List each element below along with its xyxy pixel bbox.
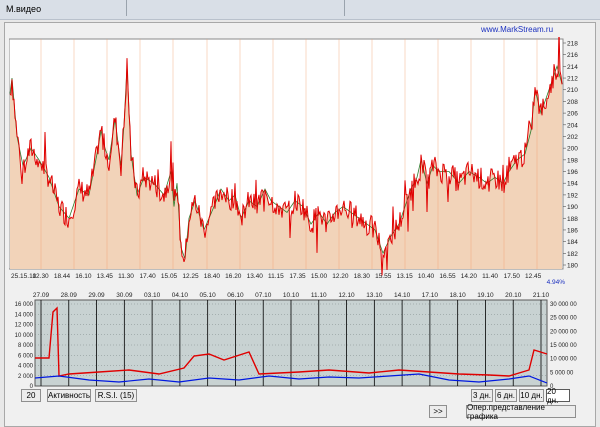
left-axis-label: 4 000 (18, 364, 34, 370)
left-axis-label: 8 000 (18, 343, 34, 349)
y-tick-label: 208 (567, 99, 578, 106)
y-tick-label: 194 (567, 181, 578, 188)
left-axis-label: 12 000 (15, 323, 34, 329)
x-tick-label: 17.35 (289, 273, 306, 280)
range-3d-button[interactable]: 3 дн. (471, 389, 493, 402)
x-tick-label: 15.55 (375, 273, 392, 280)
range-20d-button[interactable]: 20 дн. (546, 387, 570, 405)
date-tick-label: 21.10 (533, 292, 550, 299)
right-axis-label: 30 000 00 (550, 302, 577, 308)
y-tick-label: 182 (567, 251, 578, 258)
change-percent-label: 4.94% (547, 279, 566, 285)
rsi-button[interactable]: R.S.I. (15) (95, 389, 137, 402)
x-tick-label: 13.40 (247, 273, 264, 280)
left-axis-label: 2 000 (18, 374, 34, 380)
date-tick-label: 30.09 (116, 292, 133, 299)
x-tick-label: 17.50 (504, 273, 521, 280)
activity-button[interactable]: Активность (47, 389, 91, 402)
right-axis-label: 15 000 00 (550, 343, 577, 349)
date-tick-label: 03.10 (144, 292, 161, 299)
brand-link[interactable]: www.MarkStream.ru (481, 25, 553, 34)
x-tick-label: 13.15 (397, 273, 414, 280)
x-tick-label: 12.20 (332, 273, 349, 280)
left-axis-label: 6 000 (18, 353, 34, 359)
y-tick-label: 186 (567, 227, 578, 234)
x-tick-label: 12.30 (32, 273, 49, 280)
chart-window: www.MarkStream.ru 218 216 214 212 210 208 206 2… (4, 22, 596, 427)
date-tick-label: 04.10 (172, 292, 189, 299)
x-tick-label: 17.40 (140, 273, 157, 280)
y-tick-label: 180 (567, 263, 578, 270)
right-axis-label: 5 000 00 (550, 370, 574, 376)
window-title: М.видео (6, 4, 42, 14)
date-tick-label: 28.09 (61, 292, 78, 299)
y-tick-label: 188 (567, 216, 578, 223)
x-tick-label: 16.55 (439, 273, 456, 280)
date-tick-label: 05.10 (200, 292, 217, 299)
y-tick-label: 196 (567, 169, 578, 176)
date-tick-label: 20.10 (505, 292, 522, 299)
y-tick-label: 190 (567, 204, 578, 211)
date-tick-label: 10.10 (283, 292, 300, 299)
date-tick-label: 13.10 (366, 292, 383, 299)
operative-view-button[interactable]: Опер.представление графика (466, 403, 576, 421)
x-tick-label: 15.05 (161, 273, 178, 280)
price-chart[interactable]: 218 216 214 212 210 208 206 204 202 200 198 196 194 1… (9, 37, 581, 285)
date-tick-label: 12.10 (338, 292, 355, 299)
x-tick-label: 12.25 (182, 273, 199, 280)
y-tick-label: 214 (567, 64, 578, 71)
x-tick-label: 10.40 (418, 273, 435, 280)
x-tick-label: 11.30 (118, 273, 134, 280)
x-tick-label: 18.44 (54, 273, 71, 280)
left-axis-label: 16 000 (15, 302, 34, 308)
date-tick-label: 06.10 (227, 292, 244, 299)
left-axis-label: 10 000 (15, 333, 34, 339)
next-button[interactable]: >> (429, 405, 447, 418)
y-tick-label: 184 (567, 239, 578, 246)
y-tick-label: 204 (567, 122, 578, 129)
right-axis-label: 25 000 00 (550, 316, 577, 322)
x-tick-label: 13.45 (97, 273, 114, 280)
titlebar-divider (126, 0, 127, 16)
y-tick-label: 192 (567, 192, 578, 199)
date-tick-label: 07.10 (255, 292, 272, 299)
date-tick-label: 19.10 (477, 292, 494, 299)
x-tick-label: 18.40 (204, 273, 221, 280)
x-tick-label: 11.40 (482, 273, 498, 280)
right-axis-label: 20 000 00 (550, 329, 577, 335)
date-tick-label: 29.09 (88, 292, 105, 299)
left-axis-label: 14 000 (15, 312, 34, 318)
title-bar: М.видео (0, 0, 600, 20)
right-axis-label: 10 000 00 (550, 357, 577, 363)
x-tick-label: 12.45 (525, 273, 542, 280)
period-button[interactable]: 20 (21, 389, 41, 402)
x-tick-label: 14.20 (461, 273, 478, 280)
date-tick-label: 17.10 (422, 292, 439, 299)
y-tick-label: 198 (567, 157, 578, 164)
date-tick-label: 11.10 (311, 292, 327, 299)
titlebar-divider (344, 0, 345, 16)
range-10d-button[interactable]: 10 дн. (519, 389, 544, 402)
y-tick-label: 212 (567, 76, 578, 83)
date-tick-label: 14.10 (394, 292, 411, 299)
x-tick-label: 16.10 (75, 273, 92, 280)
volume-chart[interactable]: 27.09 28.09 29.09 30.09 03.10 04.10 05.10 06.10… (9, 290, 593, 390)
range-6d-button[interactable]: 6 дн. (495, 389, 517, 402)
x-tick-label: 18.30 (354, 273, 371, 280)
y-tick-label: 218 (567, 41, 578, 48)
y-tick-label: 210 (567, 87, 578, 94)
y-tick-label: 206 (567, 111, 578, 118)
x-tick-label: 15.00 (311, 273, 328, 280)
x-tick-label: 11.15 (268, 273, 284, 280)
y-tick-label: 216 (567, 52, 578, 59)
date-tick-label: 18.10 (450, 292, 467, 299)
y-tick-label: 200 (567, 146, 578, 153)
date-tick-label: 27.09 (33, 292, 50, 299)
y-tick-label: 202 (567, 134, 578, 141)
x-tick-label: 16.20 (225, 273, 242, 280)
